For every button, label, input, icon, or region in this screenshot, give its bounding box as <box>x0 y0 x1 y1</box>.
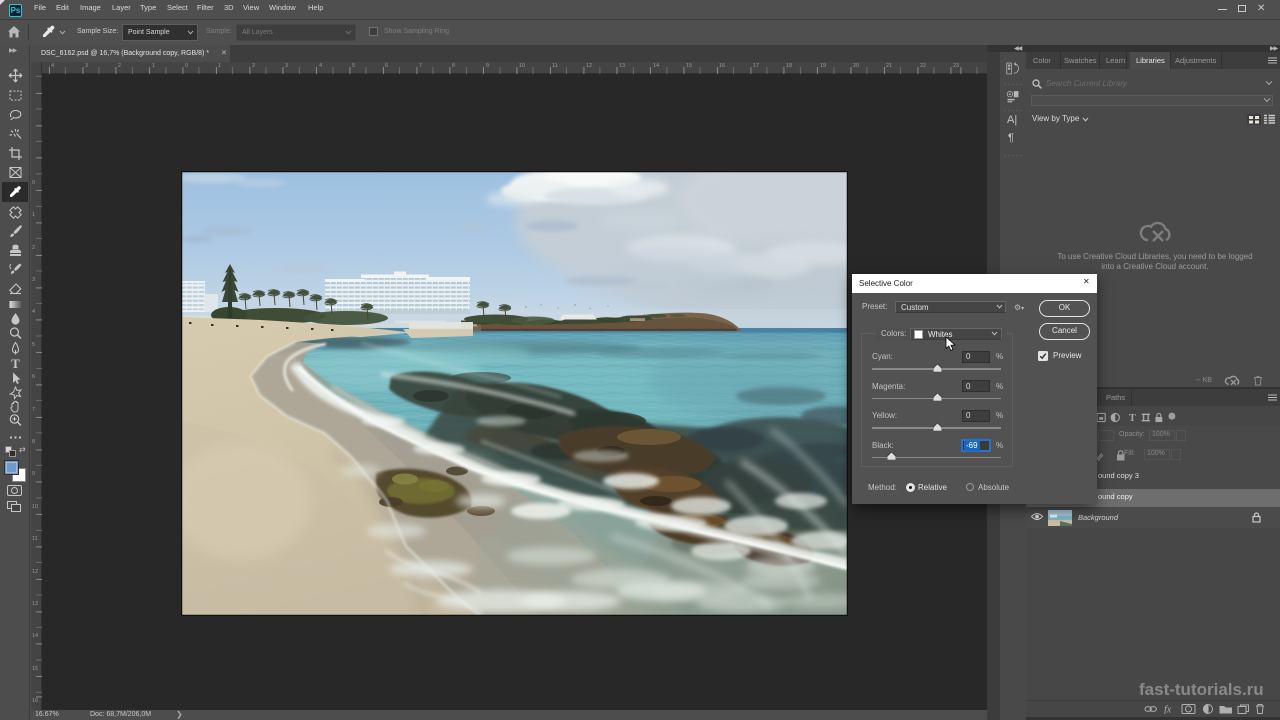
svg-text:fx: fx <box>1164 705 1172 715</box>
svg-text:T: T <box>1129 413 1136 423</box>
svg-text:T: T <box>11 356 20 371</box>
